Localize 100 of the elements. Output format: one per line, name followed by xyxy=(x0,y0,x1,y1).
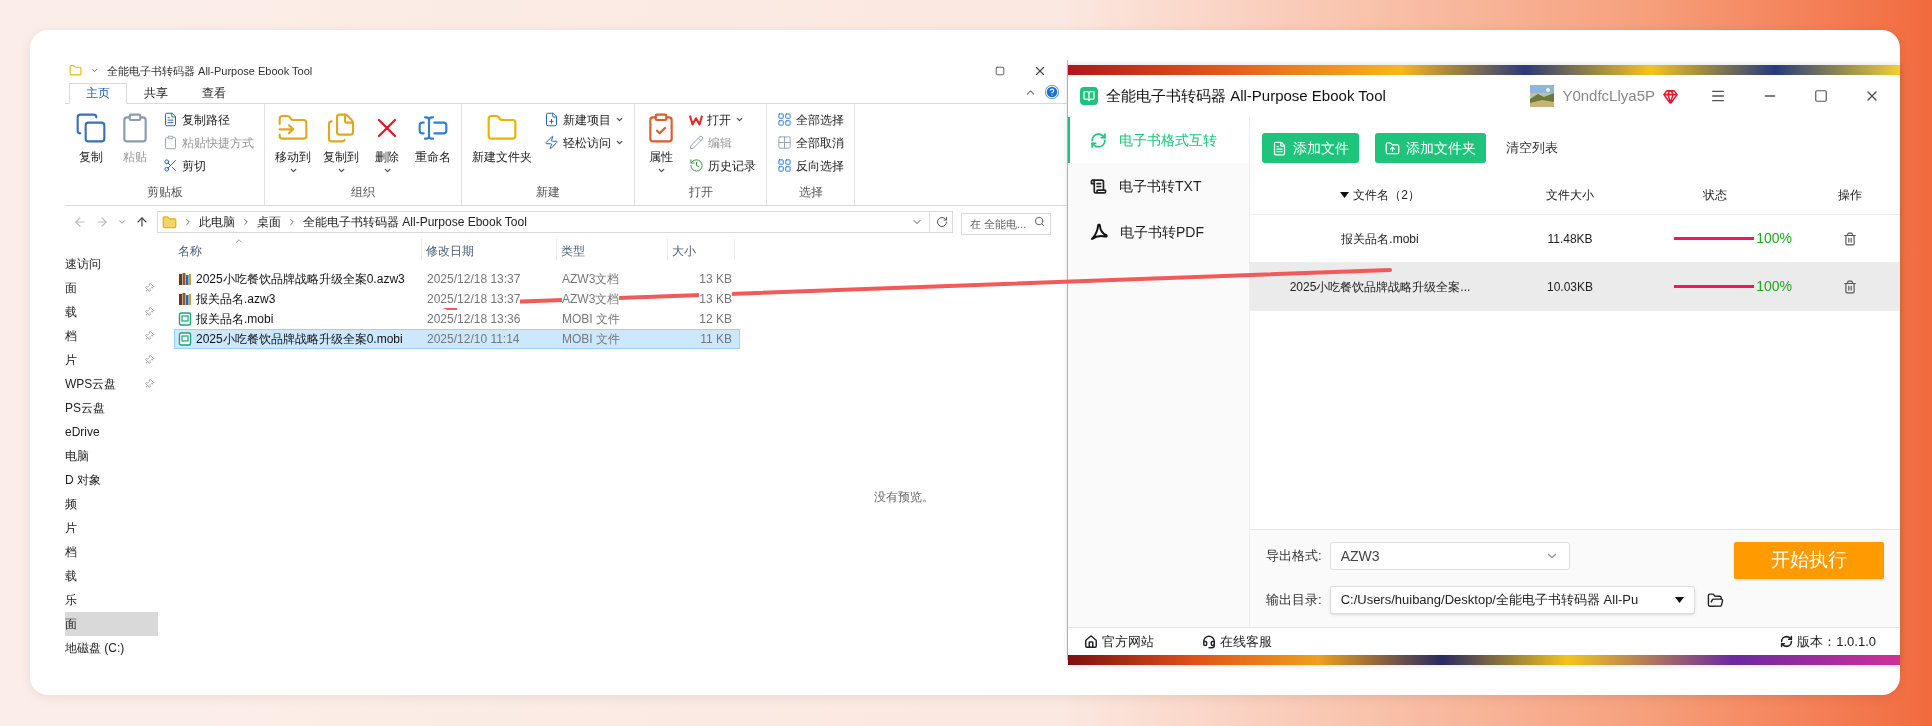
column-header[interactable]: 修改日期 xyxy=(422,238,557,260)
folders-icon xyxy=(325,111,357,144)
ribbon-button[interactable]: 剪切 xyxy=(159,155,258,176)
nav-item[interactable]: PS云盘 xyxy=(65,396,158,420)
refresh-icon[interactable] xyxy=(936,216,948,229)
nav-item[interactable]: 载 xyxy=(65,564,158,588)
ribbon-button[interactable]: 删除 xyxy=(367,107,407,184)
ribbon-button[interactable]: 复制 xyxy=(71,107,111,184)
format-select[interactable]: AZW3 xyxy=(1329,542,1570,570)
nav-item[interactable]: 面 xyxy=(65,276,158,300)
nav-item[interactable]: 面 xyxy=(65,612,158,636)
menu-icon[interactable] xyxy=(1710,88,1726,104)
ribbon-button[interactable]: 复制路径 xyxy=(159,109,258,130)
progress-reading: 100% xyxy=(1756,229,1792,248)
column-header[interactable]: 名称 xyxy=(178,238,422,260)
grid-icon xyxy=(777,158,792,173)
nav-item[interactable]: 档 xyxy=(65,324,158,348)
search-icon xyxy=(1034,216,1045,228)
breadcrumb-item[interactable]: 此电脑 xyxy=(199,213,235,232)
clipboard-icon xyxy=(163,135,178,150)
file-row[interactable]: 报关品名.mobi 2025/12/18 13:36 MOBI 文件 12 KB xyxy=(174,309,740,329)
caret-icon xyxy=(735,115,744,124)
ribbon-button[interactable]: 全部选择 xyxy=(773,109,848,130)
file-row[interactable]: 2025小吃餐饮品牌战略升级全案0.mobi 2025/12/10 11:14 MOBI 文件 11 KB xyxy=(174,329,740,349)
file-row[interactable]: 2025小吃餐饮品牌战略升级全案0.azw3 2025/12/18 13:37 AZW3文档 13 KB xyxy=(174,269,740,289)
footer-link[interactable]: 在线客服 xyxy=(1202,631,1272,652)
ribbon-button[interactable]: 打开 xyxy=(685,109,760,130)
home-icon xyxy=(1084,634,1098,649)
sidebar-item[interactable]: 电子书转PDF xyxy=(1068,209,1249,255)
file-type: AZW3文档 xyxy=(562,270,620,288)
sidebar-item[interactable]: 电子书转TXT xyxy=(1068,163,1249,209)
update-icon[interactable] xyxy=(1780,635,1794,648)
file-icon xyxy=(1272,140,1287,156)
app-logo-icon xyxy=(1080,87,1098,105)
chevron-icon xyxy=(241,217,251,228)
nav-item[interactable]: 电脑 xyxy=(65,444,158,468)
window-title: 全能电子书转码器 All-Purpose Ebook Tool xyxy=(107,63,313,79)
column-header: 状态 xyxy=(1702,186,1728,204)
nav-item[interactable]: 片 xyxy=(65,516,158,540)
nav-item[interactable]: 频 xyxy=(65,492,158,516)
nav-item[interactable]: eDrive xyxy=(65,420,158,444)
ribbon-button[interactable]: 新建项目 xyxy=(540,109,628,130)
nav-item[interactable]: WPS云盘 xyxy=(65,372,158,396)
help-icon[interactable] xyxy=(1045,84,1059,99)
lightning-icon xyxy=(544,135,559,150)
file-name: 报关品名.mobi xyxy=(196,310,274,328)
search-field[interactable]: 在 全能电... xyxy=(961,213,1051,236)
file-plus-icon xyxy=(544,112,559,127)
ribbon-button[interactable]: 新建文件夹 xyxy=(468,107,536,184)
file-size: 11 KB xyxy=(700,331,732,348)
ribbon-button[interactable]: 复制到 xyxy=(319,107,363,184)
file-row[interactable]: 报关品名.azw3 2025/12/18 13:37 AZW3文档 13 KB xyxy=(174,289,740,309)
file-type: MOBI 文件 xyxy=(562,331,620,348)
version-label: 版本：1.0.1.0 xyxy=(1797,632,1876,651)
breadcrumb-item[interactable]: 全能电子书转码器 All-Purpose Ebook Tool xyxy=(303,213,527,232)
document-icon xyxy=(1090,177,1107,195)
nav-item[interactable]: 片 xyxy=(65,348,158,372)
ribbon-button[interactable]: 历史记录 xyxy=(685,155,760,176)
ribbon-tab[interactable]: 查看 xyxy=(185,82,243,104)
file-icon xyxy=(1385,140,1400,156)
nav-item[interactable]: 速访问 xyxy=(65,252,158,276)
file-date: 2025/12/10 11:14 xyxy=(427,331,520,348)
address-bar[interactable]: 此电脑 桌面 全能电子书转码器 All-Purpose Ebook Tool xyxy=(157,211,953,234)
file-row[interactable]: 2025小吃餐饮品牌战略升级全案... 10.03KB 100% xyxy=(1250,263,1900,311)
nav-item[interactable]: 载 xyxy=(65,300,158,324)
nav-item[interactable]: D 对象 xyxy=(65,468,158,492)
ribbon-tab[interactable]: 主页 xyxy=(69,82,127,104)
group-label: 新建 xyxy=(535,184,561,202)
breadcrumb-item[interactable]: 桌面 xyxy=(257,213,281,232)
delete-icon[interactable] xyxy=(1843,231,1857,246)
maximize-icon[interactable] xyxy=(1814,89,1828,103)
books-icon xyxy=(178,272,192,286)
ribbon-button[interactable]: 轻松访问 xyxy=(540,132,628,153)
column-header[interactable]: 大小 xyxy=(668,238,735,260)
column-header[interactable]: 类型 xyxy=(557,238,668,260)
ribbon-button[interactable]: 重命名 xyxy=(411,107,455,184)
clear-list-button[interactable]: 清空列表 xyxy=(1502,133,1562,163)
folder-icon[interactable] xyxy=(1706,591,1724,609)
up-icon[interactable] xyxy=(135,215,149,230)
ribbon-button[interactable]: 全部取消 xyxy=(773,132,848,153)
output-folder-select[interactable]: C:/Users/huibang/Desktop/全能电子书转码器 All-Pu xyxy=(1329,586,1695,614)
group-label: 组织 xyxy=(350,184,376,202)
nav-item[interactable]: 档 xyxy=(65,540,158,564)
caret-icon xyxy=(615,138,624,147)
scissors-icon xyxy=(163,158,178,173)
column-header[interactable]: 文件名（2） xyxy=(1353,185,1420,204)
maximize-icon[interactable] xyxy=(995,65,1005,76)
ribbon-button[interactable]: 属性 xyxy=(641,107,681,184)
ribbon-button[interactable]: 移动到 xyxy=(271,107,315,184)
file-name: 2025小吃餐饮品牌战略升级全案0.azw3 xyxy=(196,270,405,288)
user-name: Y0ndfcLlya5P xyxy=(1562,85,1655,106)
nav-item[interactable]: 地磁盘 (C:) xyxy=(65,636,158,660)
footer-link[interactable]: 官方网站 xyxy=(1084,631,1154,652)
file-row[interactable]: 报关品名.mobi 11.48KB 100% xyxy=(1250,215,1900,263)
delete-icon[interactable] xyxy=(1843,279,1857,294)
ribbon-button[interactable]: 反向选择 xyxy=(773,155,848,176)
document-icon xyxy=(163,112,178,127)
wps-logo-icon xyxy=(689,112,703,127)
nav-item[interactable]: 乐 xyxy=(65,588,158,612)
ribbon-tab[interactable]: 共享 xyxy=(127,82,185,104)
